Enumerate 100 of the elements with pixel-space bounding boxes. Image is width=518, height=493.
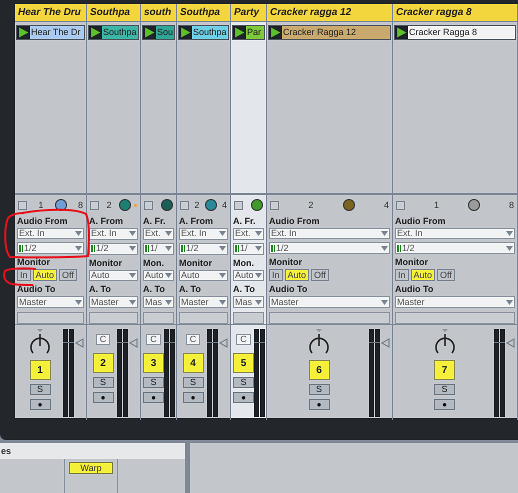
solo-button[interactable]: S — [182, 377, 204, 388]
dropdown[interactable]: Ext. In — [269, 228, 390, 240]
volume-pointer-icon[interactable] — [129, 338, 138, 348]
monitor-button[interactable]: Off — [437, 269, 455, 282]
dropdown[interactable]: Ext. In — [395, 228, 515, 240]
track-activator-button[interactable]: 5 — [233, 353, 254, 373]
monitor-button[interactable]: Off — [311, 269, 329, 282]
dropdown[interactable]: Auto — [89, 270, 138, 282]
play-icon[interactable] — [234, 26, 245, 38]
play-icon[interactable] — [270, 26, 281, 38]
knob-icon[interactable] — [468, 199, 480, 212]
warp-button[interactable]: Warp — [69, 462, 113, 474]
track-title[interactable]: Party — [231, 4, 266, 22]
monitor-button[interactable]: Off — [59, 269, 77, 282]
monitor-button[interactable]: Auto — [410, 269, 436, 282]
dropdown[interactable]: Ext. — [233, 228, 264, 240]
checkbox[interactable] — [18, 200, 27, 210]
crossfade-button[interactable]: C — [236, 334, 251, 345]
arm-button[interactable]: ● — [30, 399, 50, 410]
volume-pointer-icon[interactable] — [506, 338, 515, 348]
dropdown[interactable]: 1/ — [143, 242, 174, 255]
play-icon[interactable] — [144, 26, 155, 38]
dropdown[interactable]: Auto — [143, 270, 174, 282]
dropdown[interactable]: Master — [17, 296, 84, 308]
arm-button[interactable]: ● — [434, 399, 455, 410]
monitor-button[interactable]: Auto — [284, 269, 310, 282]
track-title[interactable]: Southpa — [87, 4, 140, 22]
checkbox[interactable] — [180, 200, 189, 210]
checkbox[interactable] — [234, 200, 243, 210]
track-activator-button[interactable]: 7 — [434, 360, 455, 380]
dropdown[interactable]: Master — [179, 296, 228, 308]
play-icon[interactable] — [18, 26, 29, 38]
empty-field[interactable] — [395, 312, 515, 324]
pan-knob-icon[interactable] — [29, 328, 51, 356]
solo-button[interactable]: S — [92, 377, 114, 388]
crossfade-button[interactable]: C — [146, 334, 161, 345]
knob-icon[interactable] — [161, 199, 173, 212]
clip-slot[interactable]: Cracker Ragga 12 — [268, 24, 391, 40]
knob-icon[interactable] — [251, 199, 263, 212]
dropdown[interactable]: 1/2 — [269, 242, 390, 254]
checkbox[interactable] — [90, 200, 99, 210]
track-activator-button[interactable]: 3 — [143, 353, 164, 373]
play-icon[interactable] — [90, 26, 101, 38]
knob-icon[interactable] — [204, 199, 217, 212]
crossfade-button[interactable]: C — [96, 334, 110, 345]
dropdown[interactable]: Auto — [233, 270, 264, 282]
empty-field[interactable] — [143, 312, 174, 324]
clip-slot[interactable]: Sou — [142, 24, 175, 40]
volume-pointer-icon[interactable] — [75, 338, 84, 348]
track-activator-button[interactable]: 2 — [92, 353, 114, 373]
clip-slot[interactable]: Hear The Dr — [16, 24, 85, 40]
checkbox[interactable] — [144, 200, 153, 210]
knob-icon[interactable] — [342, 199, 355, 212]
dropdown[interactable]: Ext. In — [179, 228, 228, 240]
empty-field[interactable] — [17, 312, 84, 324]
volume-pointer-icon[interactable] — [219, 338, 228, 348]
clip-slot[interactable]: Par — [232, 24, 265, 40]
pan-knob-icon[interactable] — [434, 328, 456, 356]
arm-button[interactable]: ● — [143, 392, 164, 403]
crossfade-button[interactable]: C — [186, 334, 200, 345]
track-title[interactable]: Hear The Dru — [15, 4, 86, 22]
volume-pointer-icon[interactable] — [381, 338, 390, 348]
dropdown[interactable]: Master — [395, 296, 515, 308]
dropdown[interactable]: Master — [89, 296, 138, 308]
knob-icon[interactable] — [118, 199, 137, 212]
empty-field[interactable] — [89, 312, 138, 324]
arm-button[interactable]: ● — [92, 392, 114, 403]
play-icon[interactable] — [396, 26, 407, 38]
solo-button[interactable]: S — [143, 377, 164, 388]
solo-button[interactable]: S — [30, 384, 50, 395]
monitor-button[interactable]: In — [395, 269, 409, 282]
dropdown[interactable]: 1/2 — [89, 242, 138, 255]
checkbox[interactable] — [270, 200, 279, 210]
dropdown[interactable]: Ext. In — [17, 228, 84, 240]
track-title[interactable]: Southpa — [177, 4, 230, 22]
dropdown[interactable]: Mas — [233, 296, 264, 308]
solo-button[interactable]: S — [308, 384, 330, 395]
track-title[interactable]: Cracker ragga 12 — [267, 4, 392, 22]
dropdown[interactable]: Ext. In — [89, 228, 138, 240]
dropdown[interactable]: Mas — [143, 296, 174, 308]
dropdown[interactable]: 1/2 — [17, 242, 84, 254]
empty-field[interactable] — [233, 312, 264, 324]
arm-button[interactable]: ● — [308, 399, 330, 410]
pan-knob-icon[interactable] — [308, 328, 330, 356]
monitor-button[interactable]: Auto — [32, 269, 58, 282]
dropdown[interactable]: 1/2 — [179, 242, 228, 255]
dropdown[interactable]: 1/2 — [395, 242, 515, 254]
clip-slot[interactable]: Southpa — [88, 24, 139, 40]
clip-slot[interactable]: Southpa — [178, 24, 229, 40]
arm-button[interactable]: ● — [182, 392, 204, 403]
track-activator-button[interactable]: 4 — [182, 353, 204, 373]
clip-slot[interactable]: Cracker Ragga 8 — [394, 24, 516, 40]
dropdown[interactable]: Auto — [179, 270, 228, 282]
dropdown[interactable]: 1/ — [233, 242, 264, 255]
solo-button[interactable]: S — [233, 377, 254, 388]
track-title[interactable]: south — [141, 4, 176, 22]
empty-field[interactable] — [269, 312, 390, 324]
arm-button[interactable]: ● — [233, 392, 254, 403]
empty-field[interactable] — [179, 312, 228, 324]
play-icon[interactable] — [180, 26, 191, 38]
